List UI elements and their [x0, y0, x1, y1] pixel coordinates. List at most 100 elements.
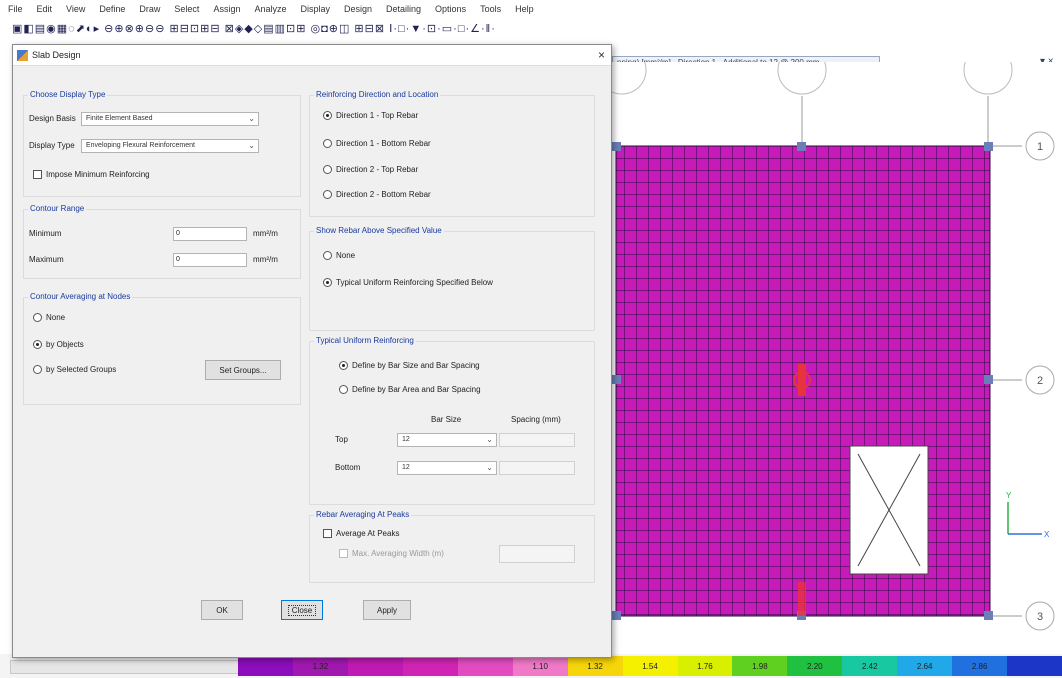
joint-marker[interactable]	[984, 611, 993, 620]
slab-mesh-plot[interactable]: 1 2 3 Y X	[612, 62, 1062, 654]
joint-marker[interactable]	[612, 375, 621, 384]
menu-item-view[interactable]: View	[66, 4, 85, 14]
app-icon	[17, 49, 28, 61]
bottom-label: Bottom	[335, 463, 361, 472]
maximum-input[interactable]: 0	[173, 253, 247, 267]
ok-button[interactable]: OK	[201, 600, 243, 620]
menu-item-detailing[interactable]: Detailing	[386, 4, 421, 14]
grid-bubble	[963, 62, 1013, 95]
legend-cell	[457, 656, 513, 676]
legend-cell	[238, 656, 293, 676]
max-averaging-width-checkbox[interactable]: Max. Averaging Width (m)	[339, 549, 444, 558]
averaging-by-groups-radio[interactable]: by Selected Groups	[33, 365, 116, 374]
menu-item-select[interactable]: Select	[174, 4, 199, 14]
design-basis-label: Design Basis	[29, 114, 76, 123]
grid-label-1: 1	[1037, 141, 1043, 153]
bar-area-spacing-radio[interactable]: Define by Bar Area and Bar Spacing	[339, 385, 481, 394]
menu-item-tools[interactable]: Tools	[480, 4, 501, 14]
group-title: Contour Range	[28, 204, 87, 213]
menu-item-edit[interactable]: Edit	[37, 4, 53, 14]
max-averaging-width-input[interactable]	[499, 545, 575, 563]
minimum-input[interactable]: 0	[173, 227, 247, 241]
chevron-down-icon: ⌄	[486, 435, 493, 444]
direction1-bottom-radio[interactable]: Direction 1 - Bottom Rebar	[323, 139, 431, 148]
column-hotspot	[798, 364, 806, 396]
chevron-down-icon: ⌄	[248, 141, 255, 150]
legend-cell: 1.98	[732, 656, 788, 676]
joint-marker[interactable]	[797, 142, 806, 151]
apply-button[interactable]: Apply	[363, 600, 411, 620]
menu-bar: File Edit View Define Draw Select Assign Analyz…	[0, 0, 1062, 18]
model-view-canvas[interactable]: 1 2 3 Y X	[612, 62, 1062, 654]
dialog-titlebar[interactable]: Slab Design ×	[13, 45, 611, 66]
direction2-bottom-radio[interactable]: Direction 2 - Bottom Rebar	[323, 190, 431, 199]
legend-cell: 1.32	[567, 656, 623, 676]
legend-cell: 2.64	[897, 656, 953, 676]
joint-marker[interactable]	[984, 142, 993, 151]
bottom-spacing-input[interactable]	[499, 461, 575, 475]
menu-item-design[interactable]: Design	[344, 4, 372, 14]
bar-size-header: Bar Size	[431, 415, 462, 424]
legend-cell	[1007, 656, 1062, 676]
slab-design-dialog: Slab Design × Choose Display Type Design…	[12, 44, 612, 658]
top-spacing-input[interactable]	[499, 433, 575, 447]
group-title: Rebar Averaging At Peaks	[314, 510, 412, 519]
display-type-select[interactable]: Enveloping Flexural Reinforcement ⌄	[81, 139, 259, 153]
top-bar-size-select[interactable]: 12 ⌄	[397, 433, 497, 447]
legend-cell: 2.86	[952, 656, 1008, 676]
toolbar[interactable]: ▣◧▤◉▦◌⬈◐▸ ⊖⊕⊗⊕⊖⊖ ⊞⊟⊡⊞⊟ ⊠◈◆◇▤▥⊡⊞ ◎◘⊕◫ ⊞⊟⊠…	[0, 18, 1062, 38]
y-axis-label: Y	[1006, 491, 1012, 500]
contour-range-group: Contour Range	[23, 204, 301, 279]
legend-cell	[402, 656, 458, 676]
menu-item-define[interactable]: Define	[99, 4, 125, 14]
set-groups-button[interactable]: Set Groups...	[205, 360, 281, 380]
legend-cell: 2.42	[842, 656, 898, 676]
group-title: Contour Averaging at Nodes	[28, 292, 133, 301]
bar-size-spacing-radio[interactable]: Define by Bar Size and Bar Spacing	[339, 361, 480, 370]
chevron-down-icon: ⌄	[248, 114, 255, 123]
legend-cell	[347, 656, 403, 676]
dialog-title: Slab Design	[32, 50, 81, 60]
average-at-peaks-checkbox[interactable]: Average At Peaks	[323, 529, 399, 538]
grid-label-2: 2	[1037, 375, 1043, 387]
show-rebar-none-radio[interactable]: None	[323, 251, 355, 260]
impose-minimum-checkbox[interactable]: Impose Minimum Reinforcing	[33, 170, 150, 179]
group-title: Choose Display Type	[28, 90, 108, 99]
close-icon[interactable]: ×	[598, 48, 605, 62]
horizontal-scrollbar[interactable]	[10, 660, 240, 674]
legend-cell: 1.76	[677, 656, 733, 676]
minimum-label: Minimum	[29, 229, 62, 238]
direction2-top-radio[interactable]: Direction 2 - Top Rebar	[323, 165, 418, 174]
spacing-header: Spacing (mm)	[511, 415, 561, 424]
menu-item-assign[interactable]: Assign	[213, 4, 240, 14]
chevron-down-icon: ⌄	[486, 463, 493, 472]
group-title: Reinforcing Direction and Location	[314, 90, 441, 99]
group-title: Show Rebar Above Specified Value	[314, 226, 444, 235]
grid-bubble	[777, 62, 827, 95]
close-button[interactable]: Close	[281, 600, 323, 620]
color-legend: 1.32 1.10 1.32 1.54 1.76 1.98 2.20 2.42 2.64 2.86	[238, 656, 1062, 676]
column-hotspot	[798, 582, 806, 616]
maximum-label: Maximum	[29, 255, 64, 264]
menu-item-draw[interactable]: Draw	[139, 4, 160, 14]
menu-item-help[interactable]: Help	[515, 4, 534, 14]
grid-bubble	[612, 62, 647, 95]
direction1-top-radio[interactable]: Direction 1 - Top Rebar	[323, 111, 418, 120]
averaging-none-radio[interactable]: None	[33, 313, 65, 322]
menu-item-file[interactable]: File	[8, 4, 23, 14]
legend-cell: 2.20	[787, 656, 843, 676]
menu-item-analyze[interactable]: Analyze	[254, 4, 286, 14]
menu-item-options[interactable]: Options	[435, 4, 466, 14]
top-label: Top	[335, 435, 348, 444]
unit-label: mm²/m	[253, 255, 278, 264]
unit-label: mm²/m	[253, 229, 278, 238]
joint-marker[interactable]	[984, 375, 993, 384]
joint-marker[interactable]	[612, 611, 621, 620]
legend-cell: 1.32	[292, 656, 348, 676]
joint-marker[interactable]	[612, 142, 621, 151]
show-rebar-typical-radio[interactable]: Typical Uniform Reinforcing Specified Be…	[323, 278, 493, 287]
design-basis-select[interactable]: Finite Element Based ⌄	[81, 112, 259, 126]
menu-item-display[interactable]: Display	[300, 4, 330, 14]
bottom-bar-size-select[interactable]: 12 ⌄	[397, 461, 497, 475]
averaging-by-objects-radio[interactable]: by Objects	[33, 340, 84, 349]
